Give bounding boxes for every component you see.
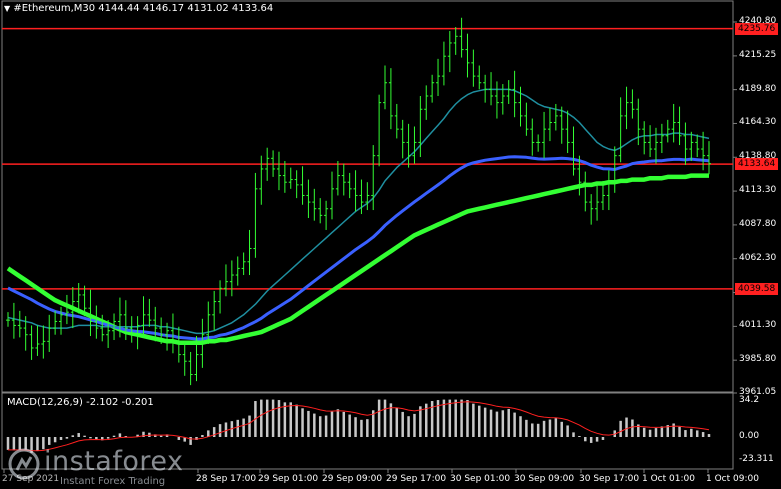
time-axis-label: 27 Sep 2021 bbox=[2, 474, 60, 484]
price-level-tag: 4133.64 bbox=[735, 158, 779, 171]
time-axis-label: 29 Sep 01:00 bbox=[258, 474, 319, 484]
macd-axis-label: 0.00 bbox=[739, 431, 760, 441]
watermark-name: instaforex bbox=[44, 446, 184, 477]
collapse-triangle-icon[interactable]: ▼ bbox=[4, 4, 10, 13]
price-axis-label: 4087.80 bbox=[739, 218, 777, 229]
price-axis-label: 4062.30 bbox=[739, 252, 777, 263]
macd-signal-line bbox=[8, 401, 710, 452]
macd-axis-label: -23.311 bbox=[739, 454, 774, 464]
time-axis-label: 30 Sep 09:00 bbox=[514, 474, 575, 484]
price-axis-label: 4011.30 bbox=[739, 320, 777, 331]
time-axis-label: 1 Oct 09:00 bbox=[706, 474, 759, 484]
symbol-info: #Ethereum,M30 4144.44 4146.17 4131.02 41… bbox=[13, 3, 274, 14]
price-axis-label: 4189.80 bbox=[739, 83, 777, 94]
time-axis-label: 1 Oct 01:00 bbox=[642, 474, 695, 484]
macd-axis-label: 34.2 bbox=[739, 395, 760, 405]
price-axis-label: 4113.30 bbox=[739, 185, 777, 196]
time-axis-label: 30 Sep 01:00 bbox=[450, 474, 511, 484]
time-axis-label: 29 Sep 17:00 bbox=[386, 474, 447, 484]
ma-slow-line bbox=[6, 173, 709, 345]
price-chart[interactable] bbox=[0, 0, 781, 489]
price-axis-label: 4164.30 bbox=[739, 117, 777, 128]
price-level-tag: 4235.76 bbox=[735, 22, 779, 35]
price-axis-label: 4215.25 bbox=[739, 49, 777, 60]
time-axis-label: 30 Sep 17:00 bbox=[579, 474, 640, 484]
macd-label: MACD(12,26,9) -2.102 -0.201 bbox=[7, 397, 154, 408]
time-axis-label: 29 Sep 09:00 bbox=[322, 474, 383, 484]
price-axis-label: 3985.80 bbox=[739, 354, 777, 365]
time-axis-label: 28 Sep 17:00 bbox=[196, 474, 257, 484]
watermark-tagline: Instant Forex Trading bbox=[60, 476, 166, 487]
price-level-tag: 4039.58 bbox=[735, 282, 779, 295]
symbol-header: ▼ #Ethereum,M30 4144.44 4146.17 4131.02 … bbox=[4, 3, 273, 14]
ma-fast-line bbox=[7, 88, 710, 335]
